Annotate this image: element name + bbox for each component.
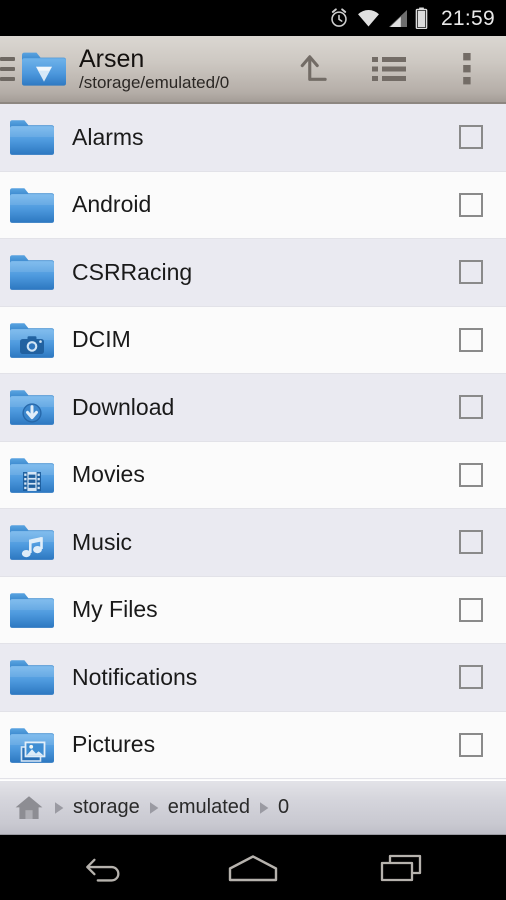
- home-icon: [15, 796, 43, 819]
- file-select-checkbox[interactable]: [459, 260, 483, 285]
- toolbar-title-block: Arsen /storage/emulated/0: [79, 46, 272, 92]
- overflow-menu-button[interactable]: [428, 36, 506, 102]
- file-list-item-label: Download: [72, 393, 175, 420]
- file-list-item-label: Notifications: [72, 663, 198, 690]
- breadcrumb-segment[interactable]: 0: [278, 796, 289, 819]
- breadcrumb-segment[interactable]: emulated: [168, 796, 250, 819]
- view-mode-button[interactable]: [350, 36, 428, 102]
- file-list-item-label: My Files: [72, 596, 158, 623]
- file-select-checkbox[interactable]: [459, 530, 483, 555]
- alarm-clock-icon: [331, 8, 347, 27]
- current-path-label: /storage/emulated/0: [79, 74, 230, 93]
- arrow-up-left-icon: [300, 55, 327, 81]
- file-list-item-label: DCIM: [72, 326, 131, 353]
- cellular-signal-icon: [388, 9, 407, 27]
- folder-icon: [8, 184, 56, 226]
- breadcrumb-separator-icon: [140, 800, 168, 816]
- more-vertical-icon: [463, 53, 471, 85]
- battery-icon: [415, 7, 428, 29]
- file-list-item[interactable]: Android: [0, 171, 506, 239]
- file-select-checkbox[interactable]: [459, 665, 483, 690]
- breadcrumb-separator-icon: [250, 800, 278, 816]
- breadcrumb: storage emulated 0: [0, 780, 506, 835]
- status-bar-icons: 21:59: [328, 7, 495, 29]
- file-list-item-label: Movies: [72, 461, 145, 488]
- android-navigation-bar: [0, 835, 506, 900]
- status-bar: 21:59: [0, 0, 506, 36]
- folder-download-icon: [8, 386, 56, 428]
- wifi-icon: [357, 9, 379, 26]
- android-file-manager-screen: 21:59 Arsen /storage/emulated/0 Alarms A…: [0, 0, 506, 900]
- breadcrumb-home-button[interactable]: [13, 793, 45, 823]
- file-list-item[interactable]: Movies: [0, 441, 506, 509]
- file-select-checkbox[interactable]: [459, 125, 483, 150]
- folder-camera-icon: [8, 319, 56, 361]
- file-list[interactable]: Alarms Android CSRRacing DCIM Download M…: [0, 104, 506, 780]
- home-pentagon-icon: [228, 854, 278, 881]
- file-list-item[interactable]: Alarms: [0, 104, 506, 172]
- file-list-item[interactable]: Download: [0, 374, 506, 442]
- file-list-item-label: CSRRacing: [72, 258, 193, 285]
- app-toolbar: Arsen /storage/emulated/0: [0, 36, 506, 104]
- file-list-item[interactable]: Pictures: [0, 711, 506, 779]
- file-select-checkbox[interactable]: [459, 192, 483, 217]
- file-select-checkbox[interactable]: [459, 597, 483, 622]
- file-select-checkbox[interactable]: [459, 327, 483, 352]
- folder-music-icon: [8, 521, 56, 563]
- file-list-item[interactable]: DCIM: [0, 306, 506, 374]
- file-list-item-label: Music: [72, 528, 133, 555]
- recents-icon: [380, 854, 421, 881]
- file-select-checkbox[interactable]: [459, 395, 483, 420]
- file-list-item-label: Android: [72, 191, 152, 218]
- file-select-checkbox[interactable]: [459, 732, 483, 757]
- home-button[interactable]: [217, 844, 289, 892]
- back-button[interactable]: [68, 844, 140, 892]
- page-title: Arsen: [79, 45, 145, 73]
- status-bar-clock: 21:59: [440, 6, 495, 30]
- file-list-item-label: Pictures: [72, 731, 156, 758]
- file-select-checkbox[interactable]: [459, 462, 483, 487]
- diamond-folder-icon[interactable]: [19, 47, 69, 91]
- hamburger-menu-icon[interactable]: [0, 57, 17, 81]
- folder-film-icon: [8, 454, 56, 496]
- breadcrumb-segment[interactable]: storage: [73, 796, 140, 819]
- folder-icon: [8, 656, 56, 698]
- file-list-item-label: Alarms: [72, 123, 144, 150]
- back-arrow-icon: [86, 858, 120, 882]
- file-list-item[interactable]: My Files: [0, 576, 506, 644]
- folder-icon: [8, 251, 56, 293]
- file-list-item[interactable]: Notifications: [0, 644, 506, 712]
- folder-icon: [8, 116, 56, 158]
- file-list-item[interactable]: Music: [0, 509, 506, 577]
- file-list-item[interactable]: CSRRacing: [0, 239, 506, 307]
- breadcrumb-separator-icon: [45, 800, 73, 816]
- recents-button[interactable]: [366, 844, 438, 892]
- navigate-up-button[interactable]: [272, 36, 350, 102]
- folder-icon: [8, 589, 56, 631]
- folder-image-icon: [8, 724, 56, 766]
- toolbar-actions: [272, 36, 506, 102]
- list-view-icon: [372, 57, 406, 81]
